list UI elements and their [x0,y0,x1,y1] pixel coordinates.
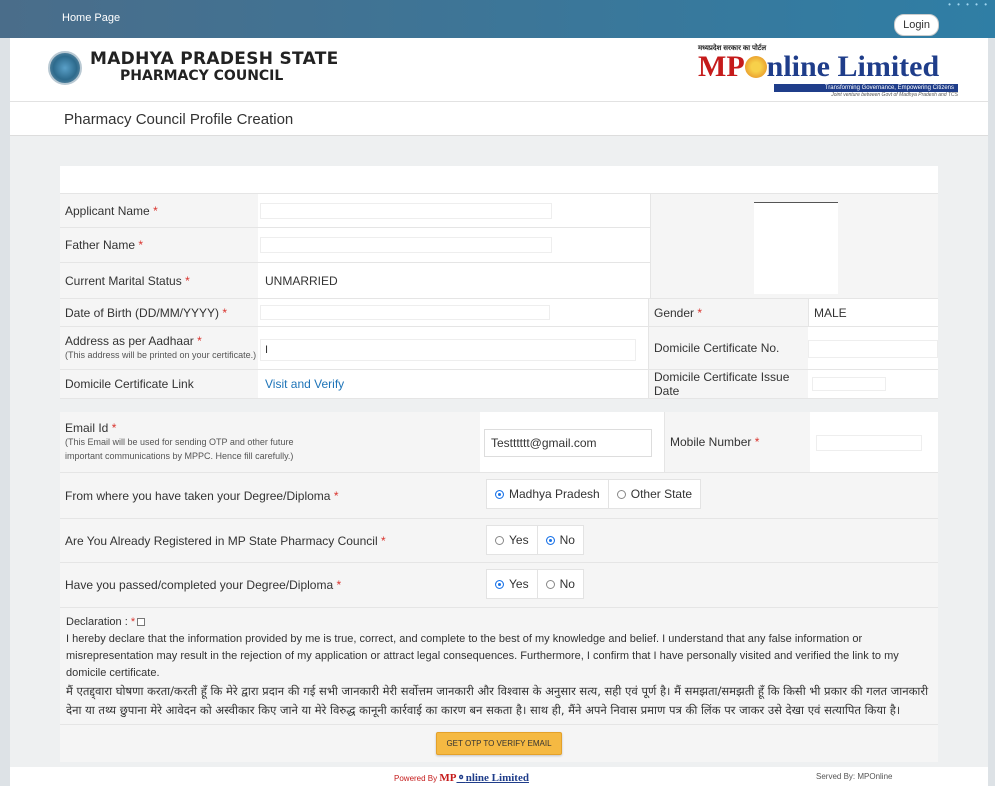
mponline-tagline: Transforming Governance, Empowering Citi… [774,84,958,92]
registered-radio-group: Yes No [486,525,584,555]
registered-row: Are You Already Registered in MP State P… [60,519,938,563]
page-container: MADHYA PRADESH STATE PHARMACY COUNCIL मध… [10,38,988,786]
applicant-photo [754,202,838,294]
site-header: MADHYA PRADESH STATE PHARMACY COUNCIL मध… [10,38,988,102]
card-header-row [60,166,938,194]
org-name-line2: PHARMACY COUNCIL [120,68,284,84]
email-note-line1: (This Email will be used for sending OTP… [65,437,294,447]
declaration-label: Declaration : [66,616,128,628]
degree-from-label: From where you have taken your Degree/Di… [65,488,331,503]
registered-no-option[interactable]: No [536,526,583,554]
radio-selected-icon [495,579,504,589]
domicile-link-label: Domicile Certificate Link [60,370,258,398]
address-note: (This address will be printed on your ce… [65,350,257,360]
father-name-label: Father Name [65,238,136,252]
photo-area [650,194,938,299]
domicile-date-label: Domicile Certificate Issue Date [648,370,808,398]
email-label: Email Id [65,421,109,435]
gender-value: MALE [808,299,938,326]
page-title: Pharmacy Council Profile Creation [64,111,294,128]
mobile-input[interactable] [816,435,922,451]
login-button[interactable]: Login [894,14,939,36]
passed-row: Have you passed/completed your Degree/Di… [60,563,938,608]
dob-field[interactable] [260,305,550,320]
marital-status-value: UNMARRIED [265,273,338,288]
marital-status-label: Current Marital Status [65,273,182,288]
top-navbar: Home Page Login • • • • • [0,0,995,38]
get-otp-button[interactable]: GET OTP TO VERIFY EMAIL [436,732,562,755]
passed-no-option[interactable]: No [536,570,583,598]
site-footer: Powered By MP⚬nline Limited Served By: M… [10,767,988,786]
email-input[interactable]: Testttttt@gmail.com [484,429,652,457]
passed-label: Have you passed/completed your Degree/Di… [65,578,334,592]
org-name-line1: MADHYA PRADESH STATE [90,49,339,69]
otp-button-row: GET OTP TO VERIFY EMAIL [60,724,938,762]
visit-and-verify-link[interactable]: Visit and Verify [265,377,344,391]
served-by: Served By: MPOnline [816,772,893,781]
mobile-label: Mobile Number [670,435,752,449]
marital-status-row: Current Marital Status * UNMARRIED [60,263,650,299]
footer-mponline-logo: MP⚬nline Limited [439,772,529,784]
radio-selected-icon [495,489,504,499]
radio-unselected-icon [495,535,504,545]
mponline-subtitle: Joint venture between Govt of Madhya Pra… [831,92,958,98]
mppc-logo[interactable]: MADHYA PRADESH STATE PHARMACY COUNCIL [48,51,339,85]
domicile-no-label: Domicile Certificate No. [648,327,808,369]
dob-label: Date of Birth (DD/MM/YYYY) [65,305,220,320]
applicant-name-row: Applicant Name * [60,194,650,228]
mponline-brand: MP nline Limited [698,50,940,83]
passed-yes-option[interactable]: Yes [487,570,537,598]
gender-label: Gender [654,305,695,320]
council-emblem-icon [48,51,82,85]
personal-details-card: Applicant Name * Father Name * Current M… [60,166,938,399]
declaration-checkbox[interactable] [137,618,146,626]
degree-from-row: From where you have taken your Degree/Di… [60,473,938,519]
radio-unselected-icon [545,579,555,589]
powered-by: Powered By MP⚬nline Limited [394,772,529,784]
address-row: Address as per Aadhaar * (This address w… [60,327,938,370]
degree-from-other-option[interactable]: Other State [607,480,700,508]
father-name-row: Father Name * [60,228,650,263]
degree-from-mp-option[interactable]: Madhya Pradesh [487,480,608,508]
address-label: Address as per Aadhaar [65,334,194,348]
contact-details-card: Email Id * (This Email will be used for … [60,412,938,762]
radio-selected-icon [545,535,555,545]
passed-radio-group: Yes No [486,569,584,599]
declaration-english-text: I hereby declare that the information pr… [66,633,899,679]
registered-yes-option[interactable]: Yes [487,526,537,554]
applicant-name-field[interactable] [260,203,552,219]
domicile-no-field[interactable] [808,340,938,358]
email-row: Email Id * (This Email will be used for … [60,412,938,473]
registered-label: Are You Already Registered in MP State P… [65,533,378,548]
page-title-bar: Pharmacy Council Profile Creation [10,102,988,136]
father-name-field[interactable] [260,237,552,253]
applicant-name-label: Applicant Name [65,203,150,218]
home-page-link[interactable]: Home Page [62,12,120,24]
degree-from-radio-group: Madhya Pradesh Other State [486,479,702,509]
email-note-line2: important communications by MPPC. Hence … [65,451,294,461]
address-field[interactable]: I [260,339,636,361]
decorative-dots: • • • • • [948,0,989,9]
mponline-logo[interactable]: मध्यप्रदेश सरकार का पोर्टल MP nline Limit… [698,44,958,98]
declaration-hindi-text: मैं एतद्द्वारा घोषणा करता/करती हूँ कि मे… [66,684,929,717]
domicile-date-field[interactable] [812,377,886,391]
declaration-block: Declaration : * I hereby declare that th… [60,608,938,724]
mponline-globe-icon [744,56,767,78]
radio-unselected-icon [616,489,626,499]
domicile-link-row: Domicile Certificate Link Visit and Veri… [60,370,938,399]
dob-gender-row: Date of Birth (DD/MM/YYYY) * Gender * MA… [60,299,938,327]
